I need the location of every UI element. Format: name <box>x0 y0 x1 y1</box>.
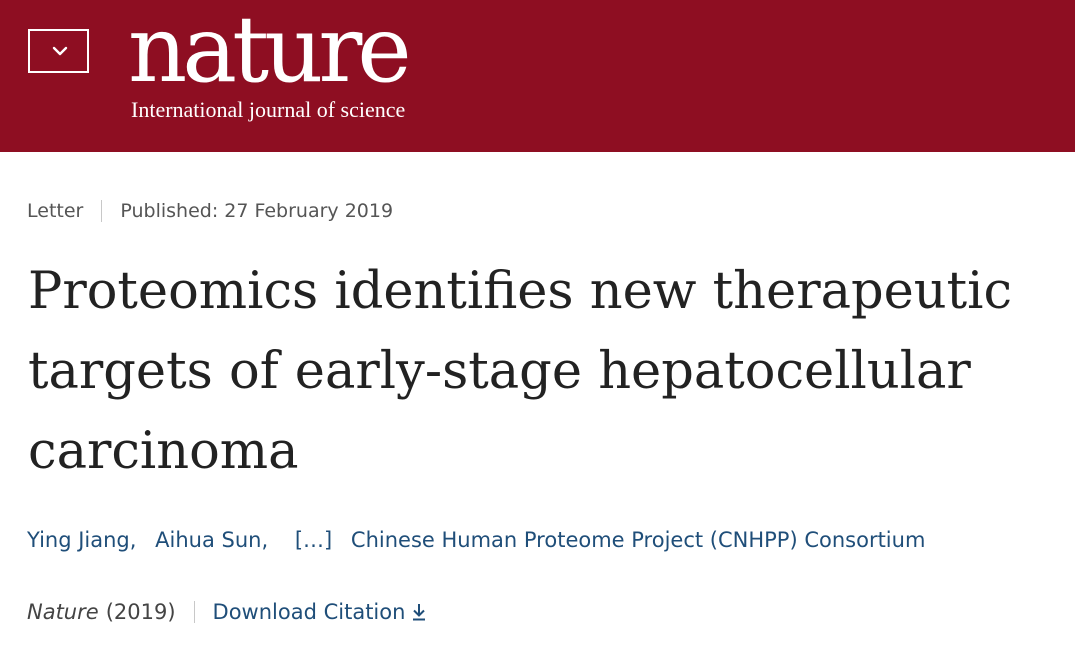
author-link[interactable]: Ying Jiang, <box>27 528 136 552</box>
download-citation-link[interactable]: Download Citation <box>213 600 428 624</box>
article-title: Proteomics identifies new therapeutic ta… <box>28 262 1013 481</box>
site-header: nature International journal of science <box>0 0 1075 152</box>
download-icon <box>413 604 426 621</box>
menu-toggle-button[interactable] <box>28 29 89 73</box>
citation-line: Nature (2019) Download Citation <box>27 600 427 624</box>
article-type: Letter <box>27 200 84 222</box>
download-citation-label: Download Citation <box>212 600 406 624</box>
meta-divider <box>101 200 103 222</box>
show-all-authors-button[interactable]: […] <box>295 528 332 552</box>
publication-year: (2019) <box>105 600 176 624</box>
journal-name: Nature <box>27 600 99 624</box>
article-meta: Letter Published: 27 February 2019 <box>27 200 393 222</box>
author-link[interactable]: Aihua Sun, <box>155 528 268 552</box>
nature-logo[interactable]: nature <box>128 4 412 96</box>
publish-date: Published: 27 February 2019 <box>120 200 394 222</box>
citation-divider <box>193 601 195 623</box>
author-list: Ying Jiang, Aihua Sun, […] Chinese Human… <box>27 528 925 552</box>
consortium-link[interactable]: Chinese Human Proteome Project (CNHPP) C… <box>351 528 926 552</box>
chevron-down-icon <box>52 46 68 56</box>
logo-tagline: International journal of science <box>131 97 406 122</box>
